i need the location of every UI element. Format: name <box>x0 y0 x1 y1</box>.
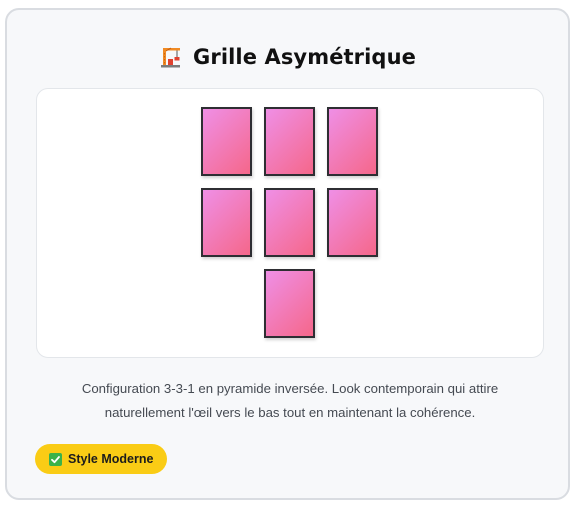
grid-tile-row2-col1 <box>201 188 252 257</box>
grid-tile-row1-col3 <box>327 107 378 176</box>
layout-description: Configuration 3-3-1 en pyramide inversée… <box>81 381 499 420</box>
grid-tile-row1-col2 <box>264 107 315 176</box>
grid-preview <box>36 88 544 358</box>
check-mark-icon <box>49 452 62 466</box>
style-badge-label: Style Moderne <box>68 452 154 466</box>
card-header: Grille Asymétrique <box>7 40 568 74</box>
layout-card: Grille Asymétrique Configuration 3-3-1 e… <box>5 8 570 500</box>
grid-tile-row1-col1 <box>201 107 252 176</box>
grid-tile-row2-col2 <box>264 188 315 257</box>
grid-tile-row3-col2 <box>264 269 315 338</box>
card-title: Grille Asymétrique <box>193 45 416 69</box>
grid-tile-row2-col3 <box>327 188 378 257</box>
style-badge[interactable]: Style Moderne <box>35 444 168 474</box>
construction-crane-icon <box>159 45 183 69</box>
